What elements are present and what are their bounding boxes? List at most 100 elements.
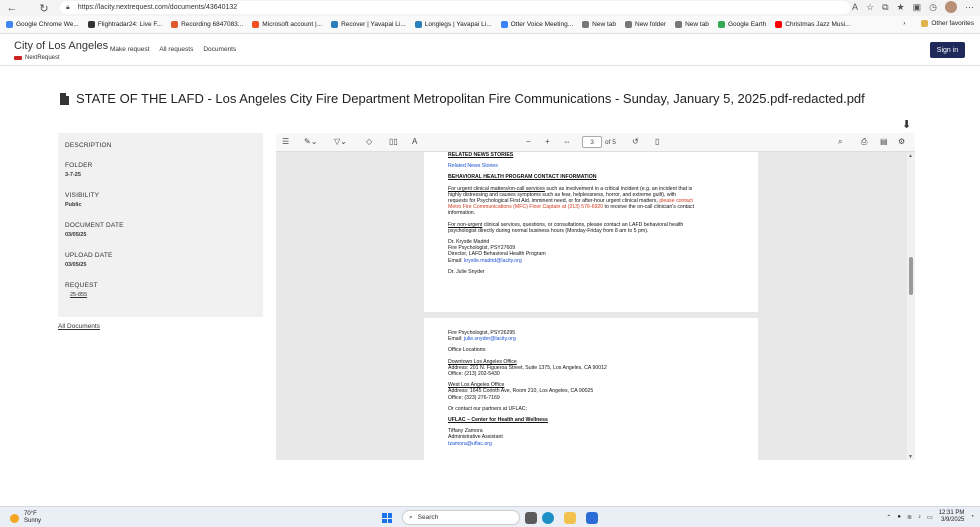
settings-gear-icon[interactable]: ⚙ xyxy=(898,137,905,146)
clock[interactable]: 12:31 PM 3/9/2025 xyxy=(939,510,965,524)
sign-in-button[interactable]: Sign in xyxy=(930,42,965,58)
refresh-icon[interactable]: ↻ xyxy=(36,0,52,16)
urgent-text: please contact xyxy=(659,198,693,205)
bookmark-item[interactable]: New folder xyxy=(625,21,666,28)
bookmarks-bar: Google Chrome We... Flightradar24: Live … xyxy=(0,16,980,34)
bookmark-item[interactable]: Flightradar24: Live F... xyxy=(87,21,162,28)
profile-avatar[interactable] xyxy=(945,1,957,13)
read-aloud-icon[interactable]: A xyxy=(412,137,417,146)
pdf-page: RELATED NEWS STORIES Related News Storie… xyxy=(424,152,758,312)
site-brand[interactable]: City of Los Angeles xyxy=(14,40,108,52)
all-documents-link[interactable]: All Documents xyxy=(58,323,100,330)
fit-page-icon[interactable]: ⇔ xyxy=(563,137,571,146)
search-icon: ⌕ xyxy=(409,513,413,521)
page-title: STATE OF THE LAFD - Los Angeles City Fir… xyxy=(60,91,865,106)
task-view-icon[interactable] xyxy=(525,512,537,524)
viewer-scrollbar[interactable]: ▲ ▼ xyxy=(907,153,915,460)
other-favorites[interactable]: › Other favorites xyxy=(903,20,974,27)
scroll-thumb[interactable] xyxy=(909,257,913,295)
visibility-label: VISIBILITY xyxy=(65,192,100,199)
request-link[interactable]: 25-855 xyxy=(65,292,256,298)
url-bar[interactable]: 🔒︎ https://lacity.nextrequest.com/docume… xyxy=(60,1,850,14)
more-menu-icon[interactable]: ⋯ xyxy=(965,2,974,13)
favorite-star-icon[interactable]: ☆ xyxy=(866,2,874,13)
upload-date-label: UPLOAD DATE xyxy=(65,252,113,259)
collections-icon[interactable]: ▣ xyxy=(913,2,922,13)
bookmark-icon xyxy=(500,21,508,28)
eraser-icon[interactable]: ◇ xyxy=(366,137,372,146)
document-metadata-panel: DESCRIPTION FOLDER 3-7-25 VISIBILITY Pub… xyxy=(58,133,263,317)
bookmark-item[interactable]: New tab xyxy=(582,21,616,28)
battery-icon[interactable]: ▭ xyxy=(927,514,933,521)
bookmark-item[interactable]: Recover | Yavapai Li... xyxy=(331,21,406,28)
back-icon[interactable]: ← xyxy=(4,0,20,16)
bookmark-item[interactable]: Microsoft account |... xyxy=(252,21,322,28)
bookmark-item[interactable]: Recording 6847083... xyxy=(171,21,243,28)
email-link[interactable]: krystle.madrid@lacity.org xyxy=(464,258,522,264)
read-aloud-icon[interactable]: A xyxy=(852,2,858,12)
bookmark-icon xyxy=(252,21,260,28)
request-label: REQUEST xyxy=(65,282,98,289)
bookmark-item[interactable]: Longlegs | Yavapai Li... xyxy=(414,21,492,28)
search-icon[interactable]: ⌕ xyxy=(838,137,842,147)
bookmark-item[interactable]: Christmas Jazz Musi... xyxy=(775,21,851,28)
zoom-in-button[interactable]: + xyxy=(545,137,550,146)
history-icon[interactable]: ◷ xyxy=(929,2,937,13)
visibility-value: Public xyxy=(65,202,82,208)
nav-all-requests[interactable]: All requests xyxy=(159,46,193,53)
page-count: of 5 xyxy=(605,138,616,146)
store-icon[interactable] xyxy=(586,512,598,524)
zoom-out-button[interactable]: − xyxy=(526,137,531,146)
edge-browser-icon[interactable] xyxy=(542,512,554,524)
weather-widget[interactable]: 70°F Sunny xyxy=(10,511,41,525)
bookmark-item[interactable]: Otter Voice Meeting... xyxy=(500,21,573,28)
draw-icon[interactable]: ▽⌄ xyxy=(334,137,347,146)
pdf-viewer: ☰ ✎⌄ ▽⌄ ◇ ▯▯ A − + ⇔ 3 of 5 ↺ ▯ ⌕ ⎙ ▤ ⚙ … xyxy=(276,133,915,460)
bookmark-item[interactable]: Google Earth xyxy=(717,21,766,28)
chevron-up-icon[interactable]: ⌃ xyxy=(886,514,891,521)
print-icon[interactable]: ⎙ xyxy=(861,137,867,147)
rotate-icon[interactable]: ↺ xyxy=(632,137,639,146)
outline-icon[interactable]: ☰ xyxy=(282,137,289,146)
browser-toolbar-icons: A ☆ ⧉ ★ ▣ ◷ ⋯ xyxy=(852,1,974,13)
taskbar-search[interactable]: ⌕ Search xyxy=(402,510,520,525)
color-icon[interactable]: ● xyxy=(897,514,901,520)
volume-icon[interactable]: ♪ xyxy=(918,514,921,520)
file-explorer-icon[interactable] xyxy=(564,512,576,524)
favorites-icon[interactable]: ★ xyxy=(897,2,905,13)
nonurgent-paragraph: For non-urgent clinical services, questi… xyxy=(448,222,758,234)
site-nav: Make request All requests Documents xyxy=(110,46,236,53)
temperature: 70°F xyxy=(24,511,37,517)
email-link[interactable]: julie.snyder@lacity.org xyxy=(464,336,516,342)
download-icon[interactable]: ⬇ xyxy=(902,118,911,131)
nextrequest-logo-icon xyxy=(14,56,22,60)
system-tray: ⌃ ● ≋ ♪ ▭ 12:31 PM 3/9/2025 ◔ xyxy=(886,510,974,524)
scroll-down-icon[interactable]: ▼ xyxy=(908,454,913,460)
upload-date-value: 03/05/25 xyxy=(65,262,87,268)
email-label: Email: xyxy=(448,336,464,343)
scroll-up-icon[interactable]: ▲ xyxy=(908,153,913,159)
windows-taskbar: 70°F Sunny ⌕ Search ⌃ ● ≋ ♪ ▭ 12:31 PM 3… xyxy=(0,506,980,527)
urgent-text: requests for Psychological First Aid, im… xyxy=(448,198,660,205)
highlight-icon[interactable]: ✎⌄ xyxy=(304,137,317,146)
save-icon[interactable]: ▤ xyxy=(880,137,888,146)
document-date-label: DOCUMENT DATE xyxy=(65,222,124,229)
pdf-page: Fire Psychologist, PSY26295 Email: julie… xyxy=(424,318,758,460)
windows-start-icon[interactable] xyxy=(382,513,392,523)
extensions-icon[interactable]: ⧉ xyxy=(882,2,888,13)
bookmark-item[interactable]: Google Chrome We... xyxy=(6,21,79,28)
lock-icon: 🔒︎ xyxy=(66,3,70,11)
page-view-icon[interactable]: ▯▯ xyxy=(389,137,398,146)
nav-make-request[interactable]: Make request xyxy=(110,46,149,53)
pdf-toolbar: ☰ ✎⌄ ▽⌄ ◇ ▯▯ A − + ⇔ 3 of 5 ↺ ▯ ⌕ ⎙ ▤ ⚙ xyxy=(276,133,915,152)
bookmark-icon xyxy=(717,21,725,28)
urgent-text: to receive the on-call clinician's conta… xyxy=(603,204,695,211)
page-number-input[interactable]: 3 xyxy=(582,136,602,148)
wifi-icon[interactable]: ≋ xyxy=(907,514,912,521)
nav-documents[interactable]: Documents xyxy=(203,46,236,53)
clock-date: 3/9/2025 xyxy=(941,517,965,523)
email-link[interactable]: tzamora@uflac.org xyxy=(448,441,758,447)
two-page-icon[interactable]: ▯ xyxy=(655,137,659,146)
bookmark-item[interactable]: New tab xyxy=(675,21,709,28)
notification-icon[interactable]: ◔ xyxy=(970,514,974,520)
